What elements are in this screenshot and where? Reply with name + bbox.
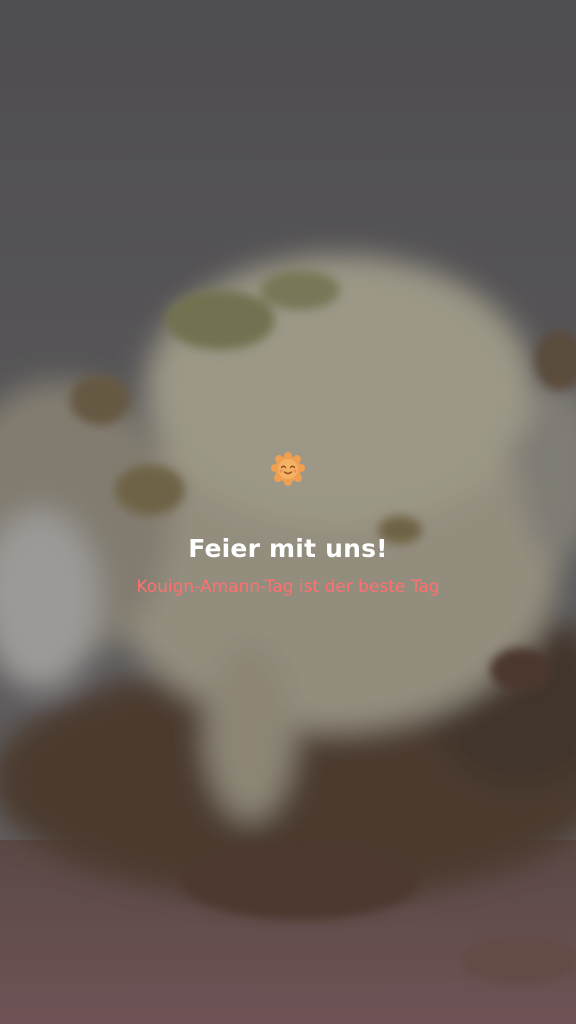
story-subtitle: Kouign-Amann-Tag ist der beste Tag [136,577,440,597]
story-content: Feier mit uns! Kouign-Amann-Tag ist der … [0,450,576,597]
story-title: Feier mit uns! [188,534,388,563]
smiling-pastry-icon [269,450,307,488]
